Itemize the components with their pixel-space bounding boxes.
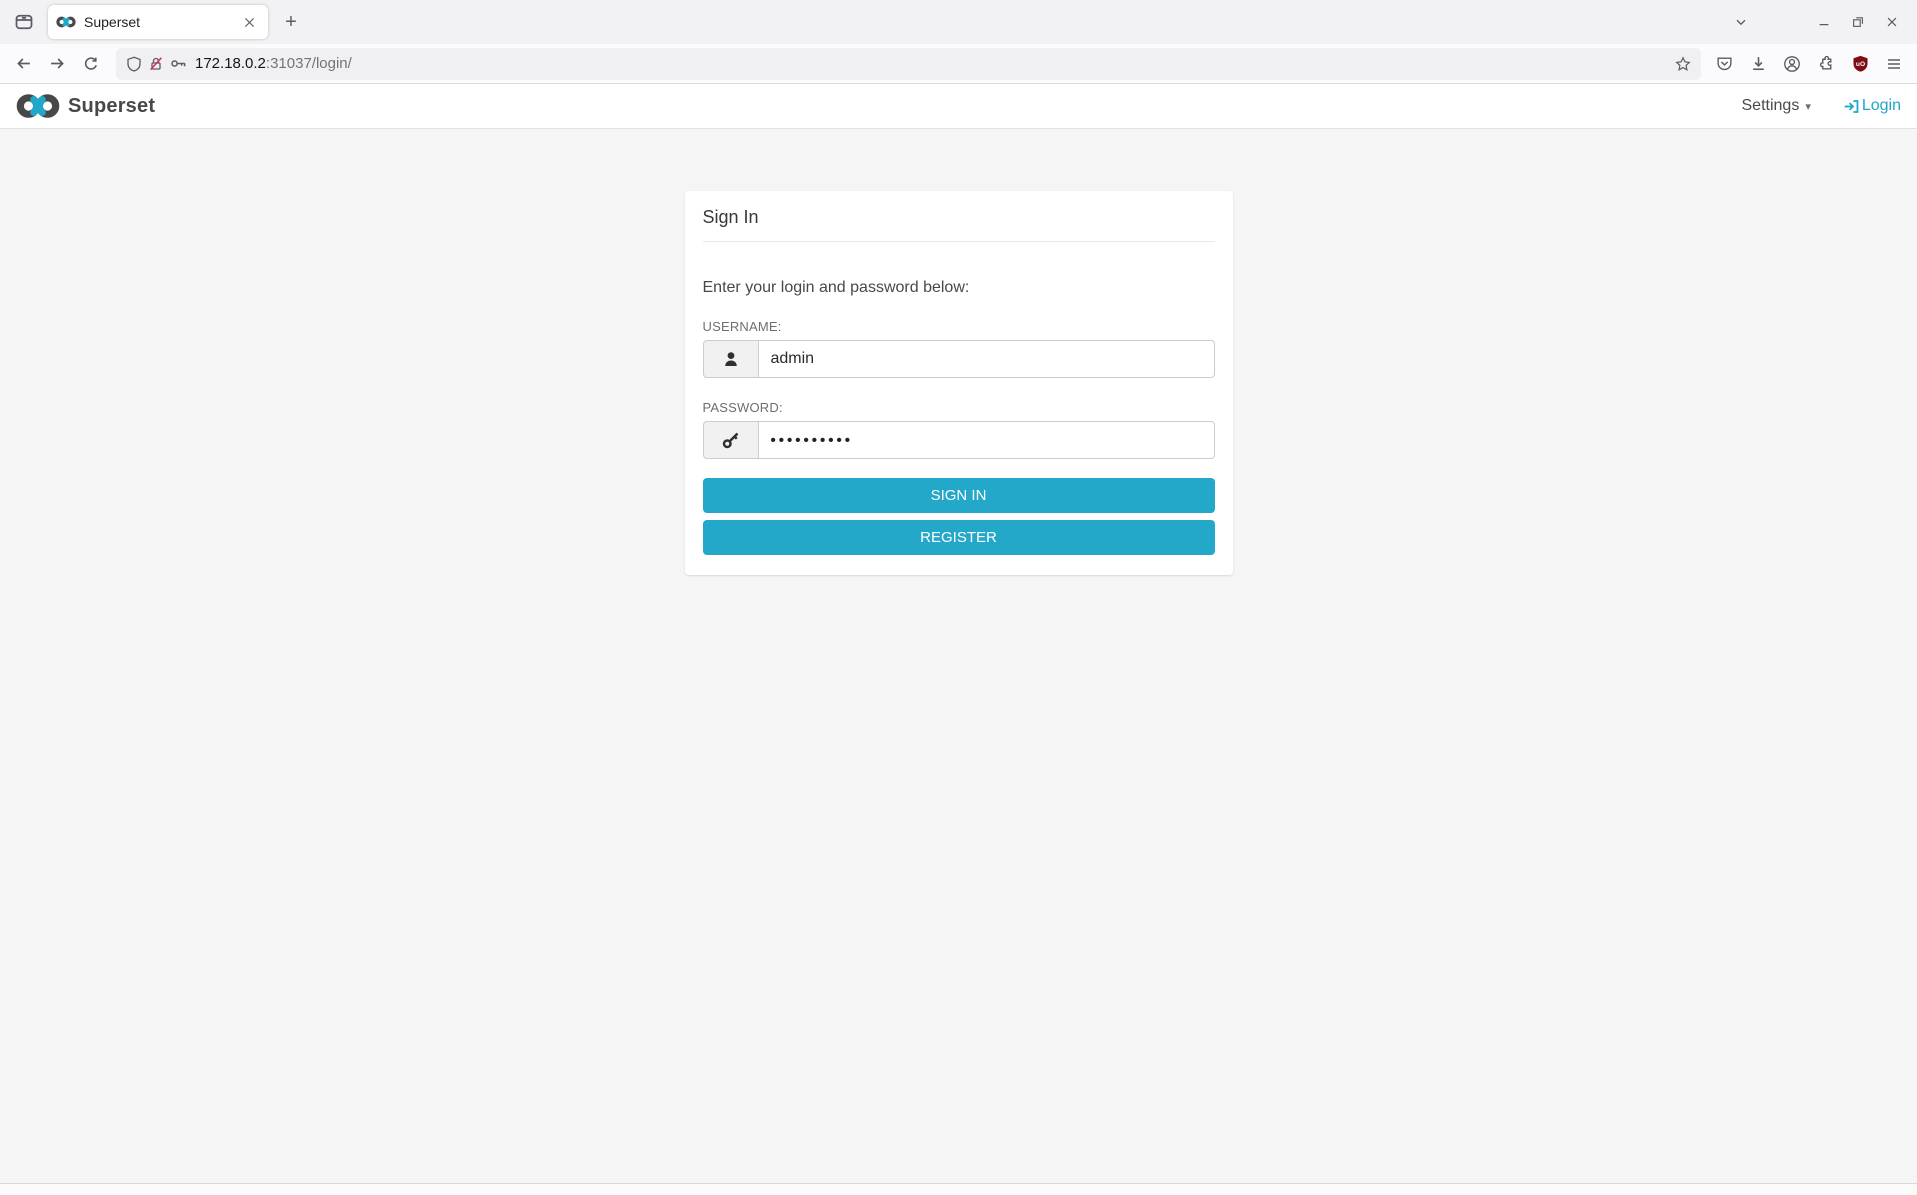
bookmark-star-icon[interactable] <box>1675 56 1691 72</box>
page-footer <box>0 1183 1917 1195</box>
password-input-group <box>703 421 1215 459</box>
toolbar-extensions-area: uO <box>1707 48 1911 80</box>
superset-favicon-icon <box>56 15 76 29</box>
login-instruction: Enter your login and password below: <box>703 279 1215 297</box>
username-input[interactable] <box>758 340 1215 378</box>
tab-title: Superset <box>84 14 238 30</box>
url-text[interactable]: 172.18.0.2:31037/login/ <box>195 55 352 72</box>
ublock-origin-icon[interactable]: uO <box>1843 48 1877 80</box>
forward-icon[interactable] <box>40 48 74 80</box>
list-all-tabs-chevron-icon[interactable] <box>1725 6 1757 38</box>
saved-login-key-icon[interactable] <box>170 55 187 72</box>
insecure-lock-slash-icon[interactable] <box>148 56 164 72</box>
brand-name: Superset <box>68 95 155 118</box>
browser-tab-superset[interactable]: Superset <box>48 5 268 39</box>
extensions-puzzle-icon[interactable] <box>1809 48 1843 80</box>
sign-in-button[interactable]: SIGN IN <box>703 478 1215 513</box>
hamburger-menu-icon[interactable] <box>1877 48 1911 80</box>
password-label: PASSWORD: <box>703 400 1215 415</box>
new-tab-button[interactable]: + <box>276 7 306 37</box>
back-icon[interactable] <box>6 48 40 80</box>
firefox-view-icon[interactable] <box>8 6 40 38</box>
close-window-button[interactable] <box>1875 7 1909 37</box>
login-label: Login <box>1862 97 1901 115</box>
username-label: USERNAME: <box>703 319 1215 334</box>
caret-down-icon: ▾ <box>1805 100 1811 113</box>
restore-window-button[interactable] <box>1841 7 1875 37</box>
login-link[interactable]: Login <box>1841 97 1901 115</box>
browser-toolbar: 172.18.0.2:31037/login/ <box>0 44 1917 84</box>
person-icon <box>721 349 741 369</box>
superset-navbar: Superset Settings ▾ Login <box>0 84 1917 129</box>
sign-in-card: Sign In Enter your login and password be… <box>685 191 1233 575</box>
page-content: Superset Settings ▾ Login Sign In Enter … <box>0 84 1917 1195</box>
key-icon <box>721 430 741 450</box>
register-button[interactable]: REGISTER <box>703 520 1215 555</box>
browser-window: Superset + <box>0 0 1917 1195</box>
url-path: :31037/login/ <box>266 55 352 72</box>
reload-icon[interactable] <box>74 48 108 80</box>
svg-text:uO: uO <box>1855 61 1864 68</box>
superset-brand[interactable]: Superset <box>16 92 155 120</box>
settings-label: Settings <box>1742 97 1800 115</box>
tracking-shield-icon[interactable] <box>126 56 142 72</box>
pocket-icon[interactable] <box>1707 48 1741 80</box>
password-input[interactable] <box>758 421 1215 459</box>
tab-close-icon[interactable] <box>238 11 260 33</box>
url-bar[interactable]: 172.18.0.2:31037/login/ <box>116 48 1701 80</box>
username-input-group <box>703 340 1215 378</box>
settings-menu[interactable]: Settings ▾ <box>1742 97 1811 115</box>
account-icon[interactable] <box>1775 48 1809 80</box>
superset-logo-icon <box>16 92 60 120</box>
user-addon <box>703 340 758 378</box>
tab-strip: Superset + <box>0 0 1917 44</box>
sign-in-arrow-icon <box>1843 98 1860 115</box>
minimize-button[interactable] <box>1807 7 1841 37</box>
url-host: 172.18.0.2 <box>195 55 266 72</box>
downloads-icon[interactable] <box>1741 48 1775 80</box>
card-divider <box>703 241 1215 242</box>
card-title: Sign In <box>703 207 1215 228</box>
key-addon <box>703 421 758 459</box>
